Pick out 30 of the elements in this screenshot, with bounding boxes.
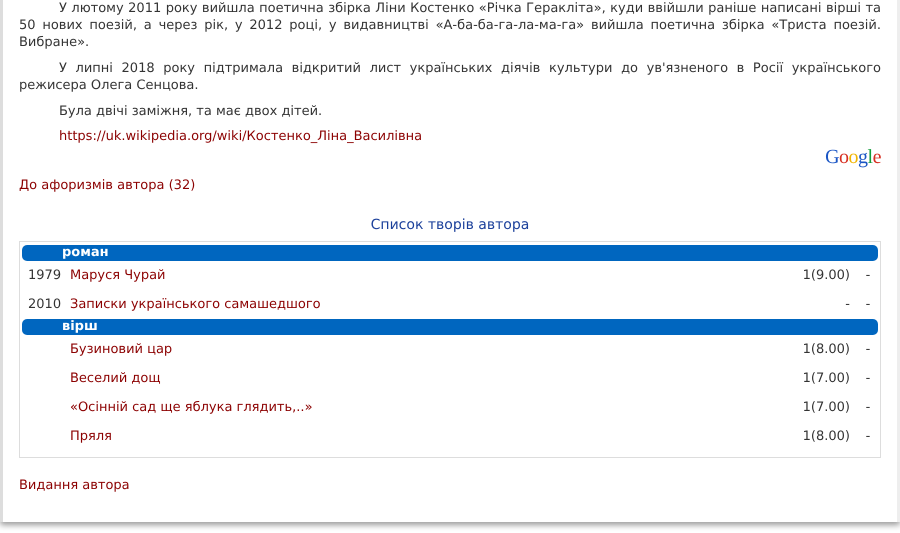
work-link[interactable]: Бузиновий цар xyxy=(70,342,172,357)
dash-text: - xyxy=(864,400,872,415)
dash-text: - xyxy=(864,429,872,444)
work-link[interactable]: Маруся Чурай xyxy=(70,268,166,283)
google-logo: Google xyxy=(825,146,881,170)
editions-link[interactable]: Видання автора xyxy=(19,478,130,493)
paragraph: У липні 2018 року підтримала відкритий лист українських діячів культури до ув'язненого в Росії українського режисера Олега Сенцова. xyxy=(19,60,881,94)
dash-text: - xyxy=(864,297,872,312)
group-header: роман xyxy=(22,245,878,261)
paragraph: Була двічі заміжня, та має двох дітей. xyxy=(58,103,324,120)
rating-text: 1(7.00) xyxy=(802,371,850,386)
section-title: Список творів автора xyxy=(370,217,530,233)
work-link[interactable]: Веселий дощ xyxy=(70,371,161,386)
work-link[interactable]: «Осінній сад ще яблука глядить,..» xyxy=(70,400,313,415)
rating-text: 1(8.00) xyxy=(802,342,850,357)
group-header: вірш xyxy=(22,319,878,335)
year-text: 2010 xyxy=(28,297,62,312)
aphorisms-link[interactable]: До афоризмів автора (32) xyxy=(19,178,196,193)
dash-text: - xyxy=(864,342,872,357)
rating-text: 1(9.00) xyxy=(802,268,850,283)
rating-text: 1(7.00) xyxy=(802,400,850,415)
dash-text: - xyxy=(864,268,872,283)
source-link[interactable]: https://uk.wikipedia.org/wiki/Костенко_Ліна_Василівна xyxy=(59,129,422,144)
rating-text: 1(8.00) xyxy=(802,429,850,444)
paragraph: У лютому 2011 року вийшла поетична збірка Ліни Костенко «Річка Геракліта», куди ввійшли раніше написані вірші та 50 нових поезій, а через рік, у 2012 році, у видавництві «А-ба-ба-га-ла-ма-га» вийшла поетична збірка «Триста поезій. Вибране». xyxy=(19,0,881,51)
work-link[interactable]: Пряля xyxy=(70,429,112,444)
year-text: 1979 xyxy=(28,268,62,283)
work-link[interactable]: Записки українського самашедшого xyxy=(70,297,321,312)
rating-text: - xyxy=(845,297,850,312)
dash-text: - xyxy=(864,371,872,386)
